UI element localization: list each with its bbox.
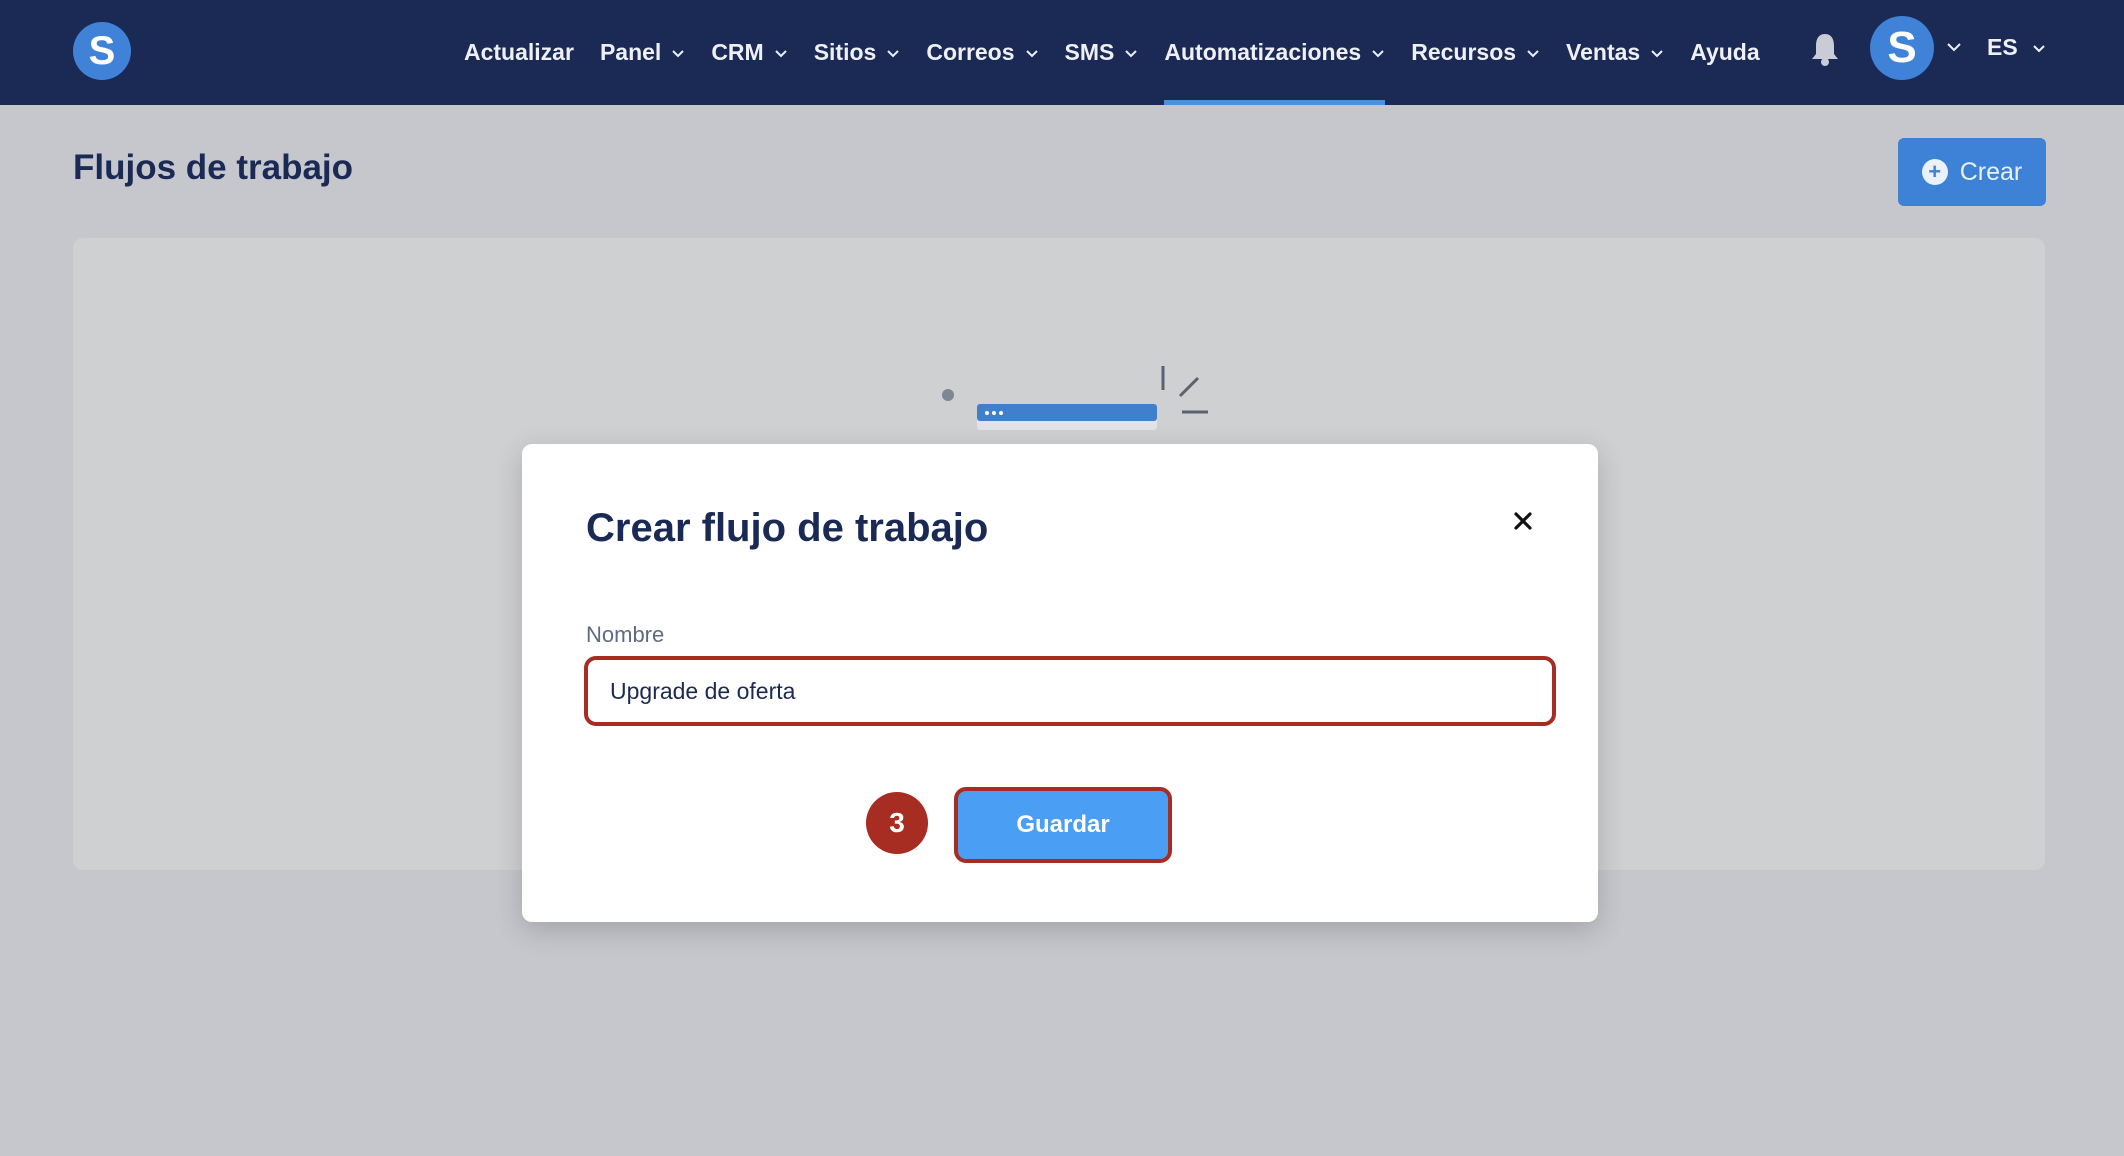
nav-item-label: CRM (711, 39, 764, 65)
nav-item-correos[interactable]: Correos (926, 0, 1038, 105)
plus-circle-icon: + (1921, 159, 1948, 185)
nav-item-label: Automatizaciones (1164, 39, 1362, 65)
nav-item-automatizaciones[interactable]: Automatizaciones (1164, 0, 1386, 105)
chevron-down-icon (774, 49, 787, 57)
nav-item-recursos[interactable]: Recursos (1411, 0, 1540, 105)
top-navbar: S Actualizar Panel CRM Sitios Correos SM… (0, 0, 2124, 105)
nav-item-label: Sitios (813, 39, 877, 65)
nav-item-panel[interactable]: Panel (600, 0, 685, 105)
nav-item-label: Panel (599, 39, 662, 65)
nav-item-label: Recursos (1411, 39, 1517, 65)
step-number-badge: 3 (866, 792, 928, 854)
nav-item-sms[interactable]: SMS (1065, 0, 1139, 105)
save-button-label: Guardar (1016, 811, 1110, 838)
nav-item-label: Ayuda (1690, 39, 1760, 65)
nav-item-crm[interactable]: CRM (711, 0, 787, 105)
chevron-down-icon (1651, 49, 1663, 57)
chevron-down-icon (1125, 49, 1138, 57)
app-logo[interactable]: S (73, 22, 131, 80)
page-title: Flujos de trabajo (73, 148, 354, 187)
chevron-down-icon (2032, 44, 2045, 52)
chevron-down-icon (672, 49, 685, 57)
close-icon[interactable] (1508, 506, 1538, 536)
main-nav: Actualizar Panel CRM Sitios Correos SMS … (464, 0, 1786, 105)
nav-item-label: SMS (1064, 39, 1115, 65)
save-button[interactable]: Guardar (954, 787, 1172, 863)
language-label: ES (1987, 34, 2018, 60)
chevron-down-icon (887, 49, 900, 57)
language-selector[interactable]: ES (1987, 0, 2046, 95)
nav-item-label: Ventas (1566, 39, 1641, 65)
bell-icon[interactable] (1810, 32, 1840, 66)
nav-item-ayuda[interactable]: Ayuda (1690, 0, 1759, 105)
nav-item-ventas[interactable]: Ventas (1566, 0, 1664, 105)
chevron-down-icon (1372, 49, 1384, 57)
user-avatar[interactable]: S (1870, 16, 1934, 80)
nav-item-actualizar[interactable]: Actualizar (464, 0, 574, 105)
chevron-down-icon (1527, 49, 1539, 57)
workflow-name-input[interactable] (584, 656, 1556, 726)
modal-title: Crear flujo de trabajo (586, 506, 989, 550)
nav-item-label: Correos (926, 39, 1015, 65)
nav-item-label: Actualizar (464, 39, 574, 65)
create-button[interactable]: + Crear (1898, 138, 2046, 206)
chevron-down-icon[interactable] (1946, 40, 1962, 54)
empty-state-illustration (942, 366, 1208, 430)
create-button-label: Crear (1959, 157, 2023, 186)
nav-item-sitios[interactable]: Sitios (814, 0, 901, 105)
chevron-down-icon (1025, 49, 1038, 57)
name-field-label: Nombre (586, 622, 665, 647)
